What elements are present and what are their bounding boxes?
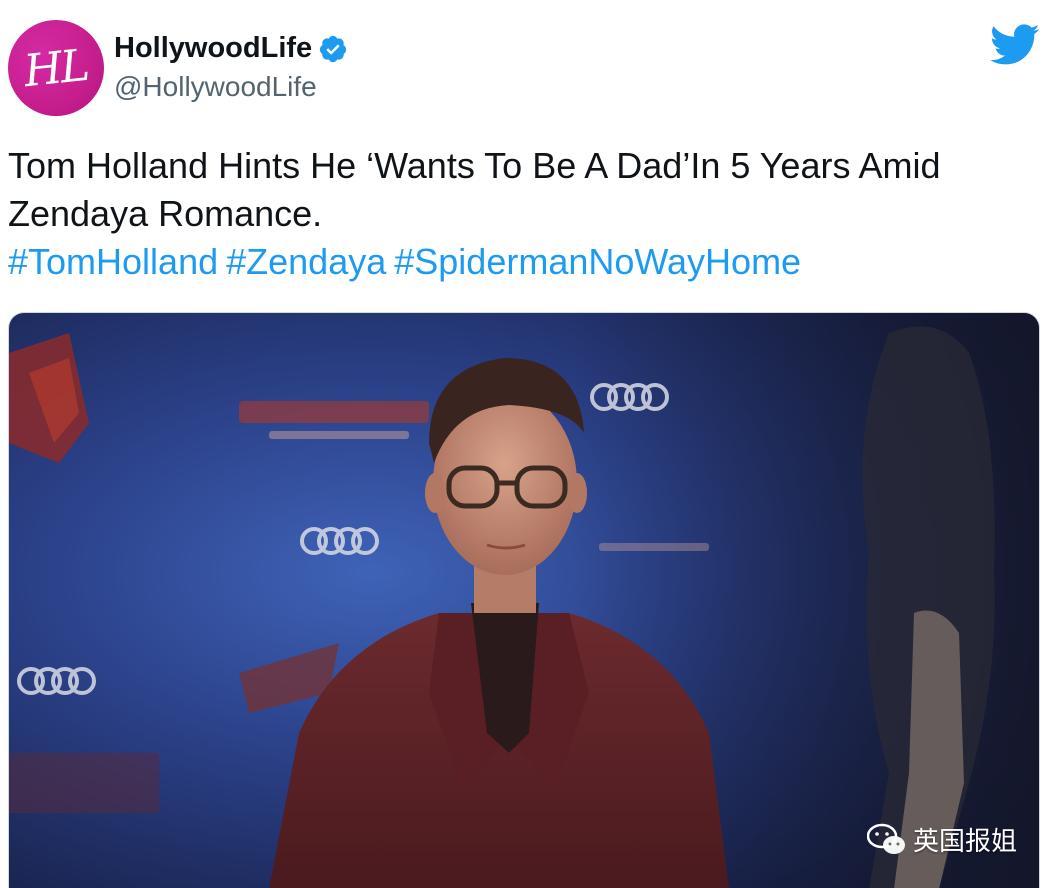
tweet-header: HL HollywoodLife @HollywoodLife	[8, 20, 1044, 120]
twitter-bird-icon[interactable]	[990, 24, 1040, 66]
hashtag-link[interactable]: #SpidermanNoWayHome	[394, 241, 801, 282]
avatar-logo-text: HL	[21, 39, 91, 97]
tweet-media-video[interactable]: 英国报姐	[8, 312, 1040, 888]
watermark-text: 英国报姐	[912, 827, 1017, 857]
hashtag-list: #TomHolland #Zendaya #SpidermanNoWayHome	[8, 238, 1038, 286]
watermark: 英国报姐	[866, 821, 1017, 858]
display-name-row: HollywoodLife	[114, 32, 348, 65]
user-handle[interactable]: @HollywoodLife	[114, 71, 348, 103]
verified-badge-icon	[320, 35, 347, 62]
author-block[interactable]: HollywoodLife @HollywoodLife	[114, 32, 348, 103]
hashtag-link[interactable]: #TomHolland	[8, 241, 218, 282]
video-frame-illustration	[9, 313, 1039, 888]
avatar[interactable]: HL	[8, 20, 104, 116]
display-name[interactable]: HollywoodLife	[114, 32, 312, 65]
wechat-icon	[866, 823, 905, 854]
tweet-body: Tom Holland Hints He ‘Wants To Be A Dad’…	[8, 142, 1038, 286]
hashtag-link[interactable]: #Zendaya	[226, 241, 386, 282]
tweet-text: Tom Holland Hints He ‘Wants To Be A Dad’…	[8, 145, 941, 234]
tweet-card: HL HollywoodLife @HollywoodLife Tom Holl…	[0, 0, 1052, 888]
